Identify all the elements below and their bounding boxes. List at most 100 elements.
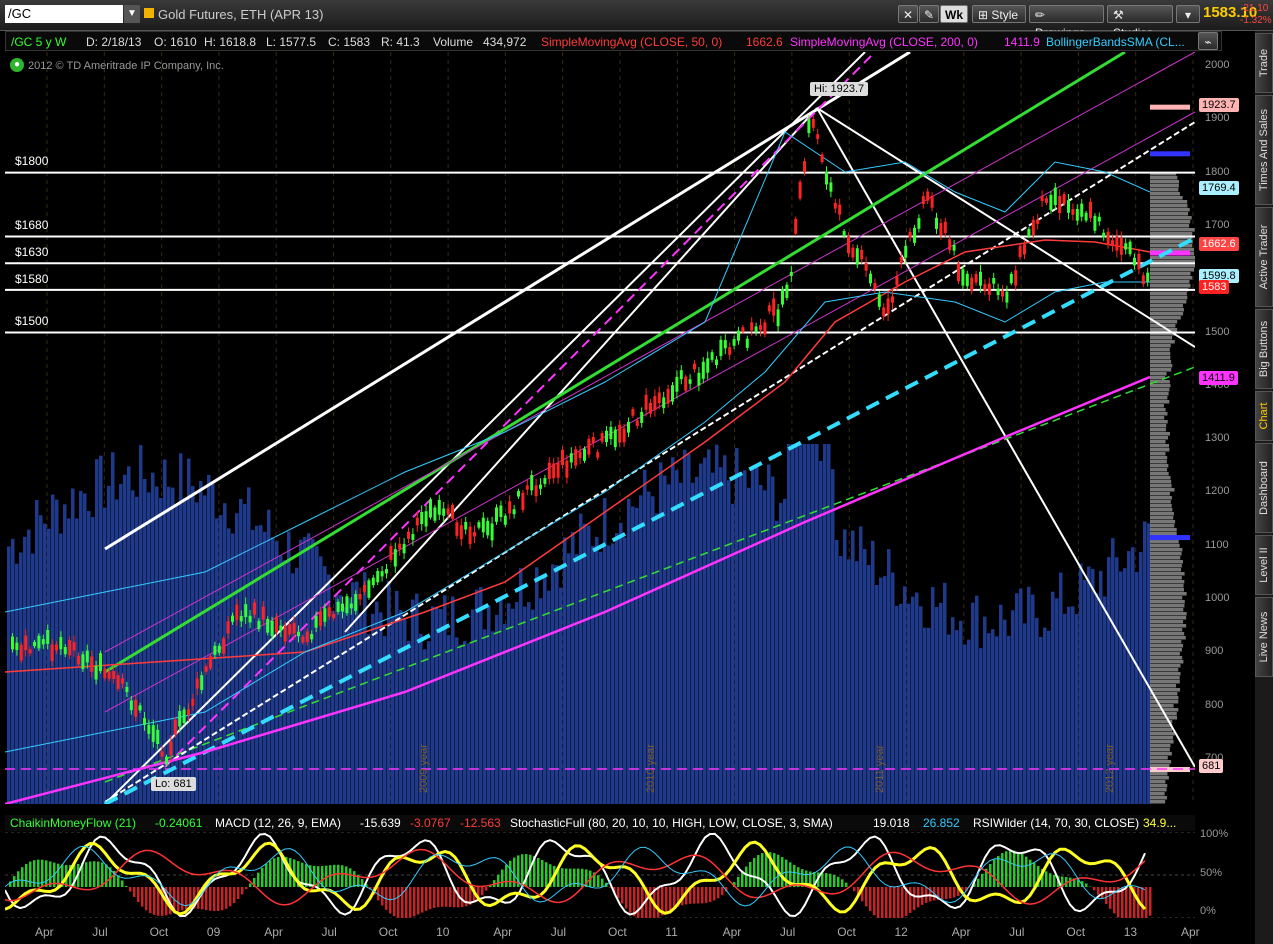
sma200-label[interactable]: SimpleMovingAvg (CLOSE, 200, 0) — [790, 35, 978, 49]
macd-hist-bar — [693, 887, 696, 904]
macd-hist-bar — [617, 887, 620, 899]
rsi-value: 34.9... — [1143, 816, 1177, 830]
tab-times-and-sales[interactable]: Times And Sales — [1255, 95, 1273, 205]
copyright: 2012 © TD Ameritrade IP Company, Inc. — [28, 60, 224, 72]
volume-bar — [187, 458, 191, 804]
volume-bar — [903, 586, 907, 804]
tab-big-buttons[interactable]: Big Buttons — [1255, 309, 1273, 389]
wrench-tool-icon[interactable]: ✎ — [919, 5, 939, 23]
volume-bar — [923, 627, 927, 804]
symbol-dropdown-button[interactable]: ▼ — [124, 5, 140, 23]
candle-body — [204, 666, 208, 672]
oscillator-chart[interactable] — [5, 832, 1195, 918]
volume-profile-bar — [1150, 408, 1166, 412]
tab-dashboard[interactable]: Dashboard — [1255, 443, 1273, 533]
volume-bar — [15, 563, 19, 804]
volume-bar — [807, 444, 811, 804]
candle-body — [574, 449, 578, 466]
volume-profile-bar — [1150, 548, 1183, 552]
cmf-label[interactable]: ChaikinMoneyFlow (21) — [10, 816, 136, 830]
price-axis-tick: 1000 — [1205, 592, 1230, 604]
candle-body — [213, 645, 217, 655]
candle-body — [829, 182, 833, 192]
price-chart[interactable] — [5, 52, 1195, 804]
sma50-label[interactable]: SimpleMovingAvg (CLOSE, 50, 0) — [541, 35, 722, 49]
volume-bar — [479, 587, 483, 804]
rsi-label[interactable]: RSIWilder (14, 70, 30, CLOSE) — [973, 816, 1139, 830]
candle-body — [200, 675, 204, 690]
symbol-input[interactable]: /GC — [5, 5, 123, 23]
tab-level-ii[interactable]: Level II — [1255, 535, 1273, 595]
volume-bar — [1031, 594, 1035, 804]
candle-body — [917, 218, 921, 229]
volume-bar — [351, 582, 355, 804]
volume-profile-bar — [1150, 224, 1190, 228]
candle-body — [63, 647, 67, 655]
volume-bar — [675, 470, 679, 804]
candle-body — [363, 584, 366, 592]
candle-body — [160, 751, 164, 757]
volume-bar — [47, 528, 51, 804]
macd-hist-bar — [217, 887, 220, 911]
menu-dropdown-button[interactable]: ▾ — [1176, 5, 1200, 23]
macd-hist-bar — [717, 887, 720, 899]
drawings-button[interactable]: ✏ Drawings — [1029, 5, 1104, 40]
candle-body — [1115, 236, 1119, 251]
chart-settings-icon[interactable]: ⌁ — [1198, 32, 1218, 50]
volume-bar — [839, 556, 843, 804]
candle-body — [1133, 257, 1136, 266]
macd-hist-bar — [245, 887, 248, 890]
aggregation-button[interactable]: Wk — [940, 5, 968, 23]
tab-trade[interactable]: Trade — [1255, 33, 1273, 93]
volume-profile-bar — [1150, 752, 1172, 756]
candle-body — [1014, 270, 1018, 286]
volume-profile-bar — [1150, 776, 1169, 780]
volume-profile-bar — [1150, 180, 1180, 184]
macd-hist-bar — [601, 878, 604, 887]
volume-profile-bar — [1150, 620, 1184, 624]
candle-body — [231, 615, 234, 622]
volume-bar — [619, 522, 623, 804]
tab-chart[interactable]: Chart — [1255, 391, 1273, 441]
info-icon[interactable]: ● — [10, 58, 24, 72]
candle-body — [552, 463, 556, 479]
macd-hist-bar — [85, 862, 88, 887]
stoch-label[interactable]: StochasticFull (80, 20, 10, 10, HIGH, LO… — [510, 816, 833, 830]
volume-bar — [723, 455, 727, 804]
macd-hist-bar — [893, 887, 896, 918]
volume-bar — [543, 575, 547, 804]
price-tag-low: 681 — [1199, 759, 1224, 773]
candle-body — [635, 420, 639, 426]
volume-bar — [727, 480, 731, 804]
candle-body — [710, 352, 714, 360]
tab-active-trader[interactable]: Active Trader — [1255, 207, 1273, 307]
macd-hist-bar — [125, 885, 128, 887]
studies-button[interactable]: ⚒ Studies — [1107, 5, 1173, 40]
instrument-flag-icon — [144, 8, 154, 18]
bollinger-label[interactable]: BollingerBandsSMA (CL... — [1046, 35, 1185, 49]
volume-profile-bar — [1150, 616, 1187, 620]
macd-hist-bar — [749, 861, 752, 887]
macd-label[interactable]: MACD (12, 26, 9, EMA) — [215, 816, 341, 830]
volume-profile-bar — [1150, 500, 1171, 504]
tab-live-news[interactable]: Live News — [1255, 597, 1273, 677]
volume-bar — [695, 476, 699, 804]
candle-body — [728, 347, 732, 355]
macd-hist-bar — [401, 887, 404, 918]
macd-hist-bar — [977, 878, 980, 887]
volume-bar — [887, 549, 891, 804]
volume-profile-bar — [1150, 192, 1180, 196]
volume-bar — [591, 545, 595, 804]
candle-body — [244, 604, 248, 618]
candle-body — [389, 546, 393, 560]
volume-bar — [611, 543, 615, 804]
macd-hist-bar — [181, 887, 184, 911]
macd-hist-bar — [205, 887, 208, 911]
volume-bar — [527, 602, 531, 804]
candle-body — [794, 218, 798, 234]
volume-profile-bar — [1150, 644, 1184, 648]
crosshair-tool-icon[interactable]: ✕ — [898, 5, 918, 23]
volume-profile-bar — [1150, 656, 1183, 660]
candle-body — [446, 508, 450, 515]
style-button[interactable]: ⊞ Style — [972, 5, 1026, 23]
